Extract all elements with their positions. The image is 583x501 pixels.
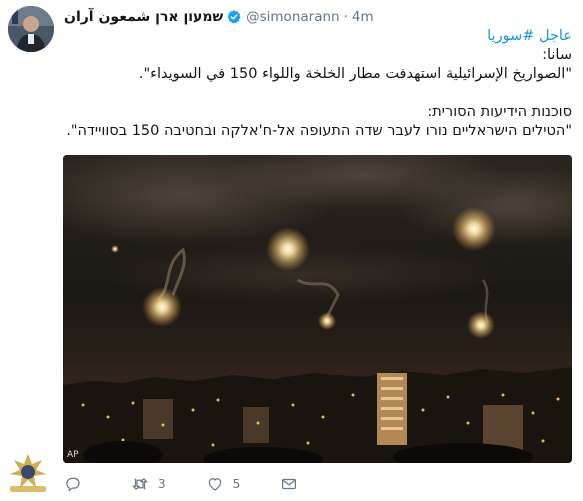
- hebrew-label: סוכנות הידיעות הסורית:: [427, 104, 572, 120]
- tweet-card[interactable]: שמעון ארן شمعون آران @simonarann · 4m عا…: [0, 0, 583, 501]
- display-name[interactable]: שמעון ארן شمعون آران: [64, 9, 223, 25]
- user-handle[interactable]: @simonarann: [246, 9, 339, 25]
- retweet-button[interactable]: 3: [131, 474, 166, 494]
- tweet-text: عاجل #سوريا سانا: "الصواريخ الإسرائيلية …: [64, 27, 572, 141]
- tweet-header: שמעון ארן شمعون آران @simonarann · 4m: [64, 8, 374, 26]
- night-sky-photo: [63, 155, 572, 463]
- retweet-icon: [132, 478, 148, 490]
- sana-quote: "الصواريخ الإسرائيلية استهدفت مطار الخلخ…: [138, 66, 572, 82]
- forum-watermark-logo: [4, 448, 52, 496]
- tweet-photo[interactable]: AP: [63, 155, 572, 463]
- avatar-image: [8, 6, 54, 52]
- reply-icon: [66, 477, 80, 491]
- heart-icon: [208, 478, 221, 491]
- like-count: 5: [232, 477, 241, 491]
- separator-dot: ·: [343, 9, 348, 25]
- tweet-actions: 3 5: [64, 474, 298, 494]
- verified-badge-icon: [227, 10, 241, 24]
- hashtag-line[interactable]: عاجل #سوريا: [64, 27, 572, 46]
- like-button[interactable]: 5: [206, 474, 241, 494]
- avatar[interactable]: [8, 6, 54, 52]
- timestamp[interactable]: 4m: [352, 9, 374, 25]
- photo-credit: AP: [67, 450, 79, 460]
- reply-button[interactable]: [64, 474, 91, 494]
- hebrew-quote: "הטילים הישראליים נורו לעבר שדה התעופה א…: [66, 123, 572, 139]
- sana-label: سانا:: [542, 47, 572, 63]
- retweet-count: 3: [158, 477, 166, 491]
- envelope-icon: [282, 478, 297, 490]
- direct-message-button[interactable]: [280, 474, 298, 494]
